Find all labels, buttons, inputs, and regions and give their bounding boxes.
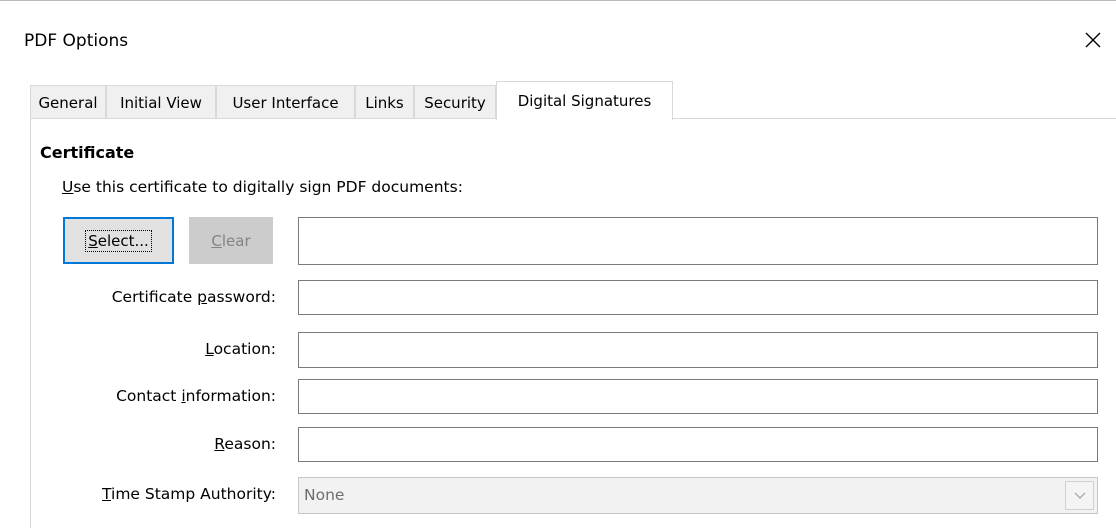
certificate-heading: Certificate xyxy=(40,143,135,162)
contact-information-input[interactable] xyxy=(298,379,1098,414)
certificate-password-label: Certificate password: xyxy=(112,288,276,306)
mnemonic-r: R xyxy=(214,435,225,453)
mnemonic-t: T xyxy=(102,485,112,503)
select-certificate-button[interactable]: Select... xyxy=(63,217,174,264)
clear-certificate-button[interactable]: Clear xyxy=(189,217,273,264)
label-post: eason: xyxy=(224,435,276,453)
clear-label-rest: lear xyxy=(221,231,251,250)
title-bar: PDF Options xyxy=(0,1,1116,79)
location-label: Location: xyxy=(205,340,276,358)
mnemonic-c: C xyxy=(211,231,222,250)
tab-initial-view[interactable]: Initial View xyxy=(106,85,216,119)
pdf-options-dialog: PDF Options General Initial View User In… xyxy=(0,0,1116,528)
chevron-down-icon xyxy=(1074,492,1085,499)
certificate-password-input[interactable] xyxy=(298,280,1098,315)
close-icon xyxy=(1085,32,1101,48)
certificate-intro-label: Use this certificate to digitally sign P… xyxy=(62,178,463,196)
label-post: ocation: xyxy=(213,340,276,358)
mnemonic-l: L xyxy=(205,340,214,358)
dropdown-button[interactable] xyxy=(1065,481,1094,510)
time-stamp-authority-select[interactable]: None xyxy=(298,477,1098,514)
dialog-title: PDF Options xyxy=(24,31,129,51)
tab-digital-signatures[interactable]: Digital Signatures xyxy=(496,81,673,120)
tab-security[interactable]: Security xyxy=(414,85,496,119)
tab-strip: General Initial View User Interface Link… xyxy=(30,81,1100,120)
tab-links[interactable]: Links xyxy=(355,85,414,119)
label-post: nformation: xyxy=(185,387,276,405)
tab-general[interactable]: General xyxy=(30,85,106,119)
location-input[interactable] xyxy=(298,332,1098,368)
label-post: assword: xyxy=(207,288,276,306)
label-pre: Certificate xyxy=(111,288,198,306)
mnemonic-s: S xyxy=(88,231,98,250)
reason-input[interactable] xyxy=(298,427,1098,462)
reason-label: Reason: xyxy=(214,435,276,453)
mnemonic-p: p xyxy=(197,288,208,306)
time-stamp-authority-label: Time Stamp Authority: xyxy=(102,485,276,503)
close-button[interactable] xyxy=(1076,23,1110,57)
intro-text-rest: se this certificate to digitally sign PD… xyxy=(73,178,463,196)
label-pre: Contact xyxy=(116,387,182,405)
select-label-rest: elect... xyxy=(97,231,149,250)
certificate-display-field[interactable] xyxy=(298,217,1098,265)
mnemonic-u: U xyxy=(62,178,74,196)
select-button-focus-ring: Select... xyxy=(85,229,152,252)
contact-information-label: Contact information: xyxy=(116,387,276,405)
tab-user-interface[interactable]: User Interface xyxy=(216,85,355,119)
label-post: ime Stamp Authority: xyxy=(111,485,276,503)
tsa-selected-value: None xyxy=(304,486,345,504)
